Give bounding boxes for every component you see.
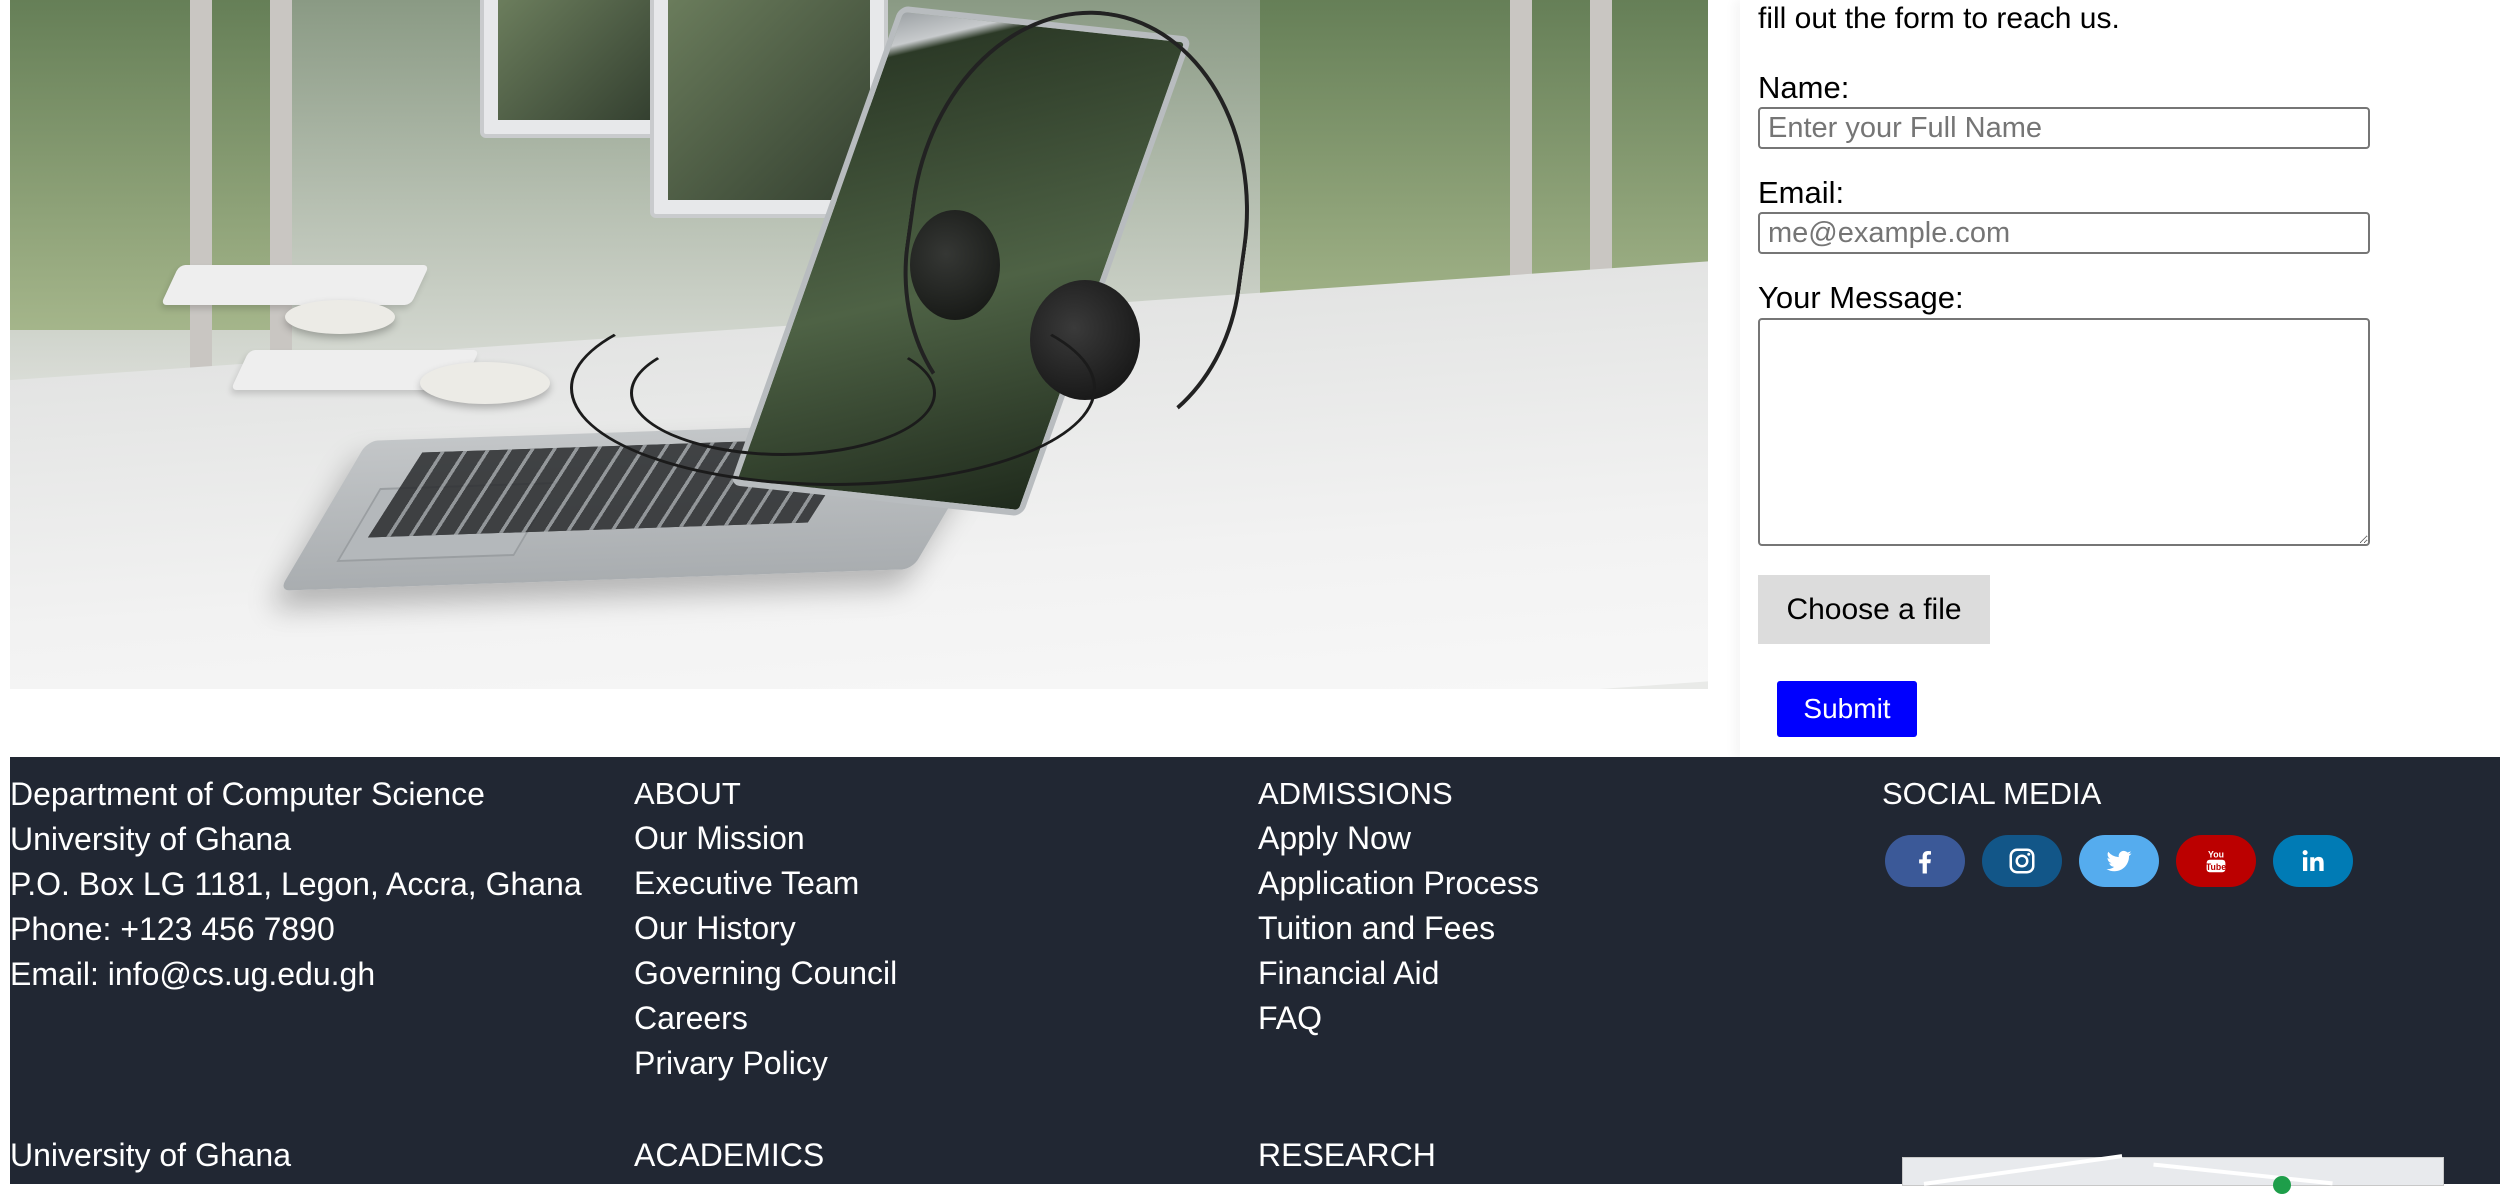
linkedin-icon[interactable] xyxy=(2273,835,2353,887)
email-input[interactable] xyxy=(1758,212,2370,254)
link-application-process[interactable]: Application Process xyxy=(1258,861,1539,906)
po-box: P.O. Box LG 1181, Legon, Accra, Ghana xyxy=(10,866,582,902)
link-privacy-policy[interactable]: Privary Policy xyxy=(634,1041,897,1086)
hero-image xyxy=(10,0,1708,689)
social-icons: You Tube xyxy=(1885,835,2353,887)
link-financial-aid[interactable]: Financial Aid xyxy=(1258,951,1539,996)
contact-form: fill out the form to reach us. Name: Ema… xyxy=(1740,0,2500,757)
university-name: University of Ghana xyxy=(10,821,292,857)
social-heading: SOCIAL MEDIA xyxy=(1882,776,2102,811)
admissions-column: ADMISSIONS Apply Now Application Process… xyxy=(1258,757,1539,1041)
link-executive-team[interactable]: Executive Team xyxy=(634,861,897,906)
social-column: SOCIAL MEDIA xyxy=(1882,757,2101,816)
research-heading: RESEARCH xyxy=(1258,1137,1436,1173)
map-pin-icon xyxy=(2273,1176,2291,1194)
link-careers[interactable]: Careers xyxy=(634,996,897,1041)
location-map[interactable] xyxy=(1902,1154,2444,1194)
link-our-history[interactable]: Our History xyxy=(634,906,897,951)
email-label: Email: xyxy=(1758,175,1845,210)
svg-text:You: You xyxy=(2208,849,2224,859)
email-address: Email: info@cs.ug.edu.gh xyxy=(10,956,376,992)
message-label: Your Message: xyxy=(1758,280,1964,315)
form-intro: fill out the form to reach us. xyxy=(1758,2,2120,35)
phone-number: Phone: +123 456 7890 xyxy=(10,911,335,947)
link-tuition-fees[interactable]: Tuition and Fees xyxy=(1258,906,1539,951)
name-label: Name: xyxy=(1758,70,1850,105)
name-input[interactable] xyxy=(1758,107,2370,149)
youtube-icon[interactable]: You Tube xyxy=(2176,835,2256,887)
link-governing-council[interactable]: Governing Council xyxy=(634,951,897,996)
about-heading: ABOUT xyxy=(634,776,741,811)
about-column: ABOUT Our Mission Executive Team Our His… xyxy=(634,757,897,1086)
academics-heading: ACADEMICS xyxy=(634,1137,825,1173)
submit-button[interactable]: Submit xyxy=(1777,681,1917,737)
instagram-icon[interactable] xyxy=(1982,835,2062,887)
department-name: Department of Computer Science xyxy=(10,776,485,812)
footer-university-heading: University of Ghana xyxy=(10,1137,292,1173)
site-footer: Department of Computer Science Universit… xyxy=(10,757,2500,1194)
twitter-icon[interactable] xyxy=(2079,835,2159,887)
svg-text:Tube: Tube xyxy=(2206,862,2226,872)
admissions-heading: ADMISSIONS xyxy=(1258,776,1453,811)
address-column: Department of Computer Science Universit… xyxy=(10,757,582,997)
link-faq[interactable]: FAQ xyxy=(1258,996,1539,1041)
facebook-icon[interactable] xyxy=(1885,835,1965,887)
link-our-mission[interactable]: Our Mission xyxy=(634,816,897,861)
message-textarea[interactable] xyxy=(1758,318,2370,546)
link-apply-now[interactable]: Apply Now xyxy=(1258,816,1539,861)
choose-file-button[interactable]: Choose a file xyxy=(1758,575,1990,644)
